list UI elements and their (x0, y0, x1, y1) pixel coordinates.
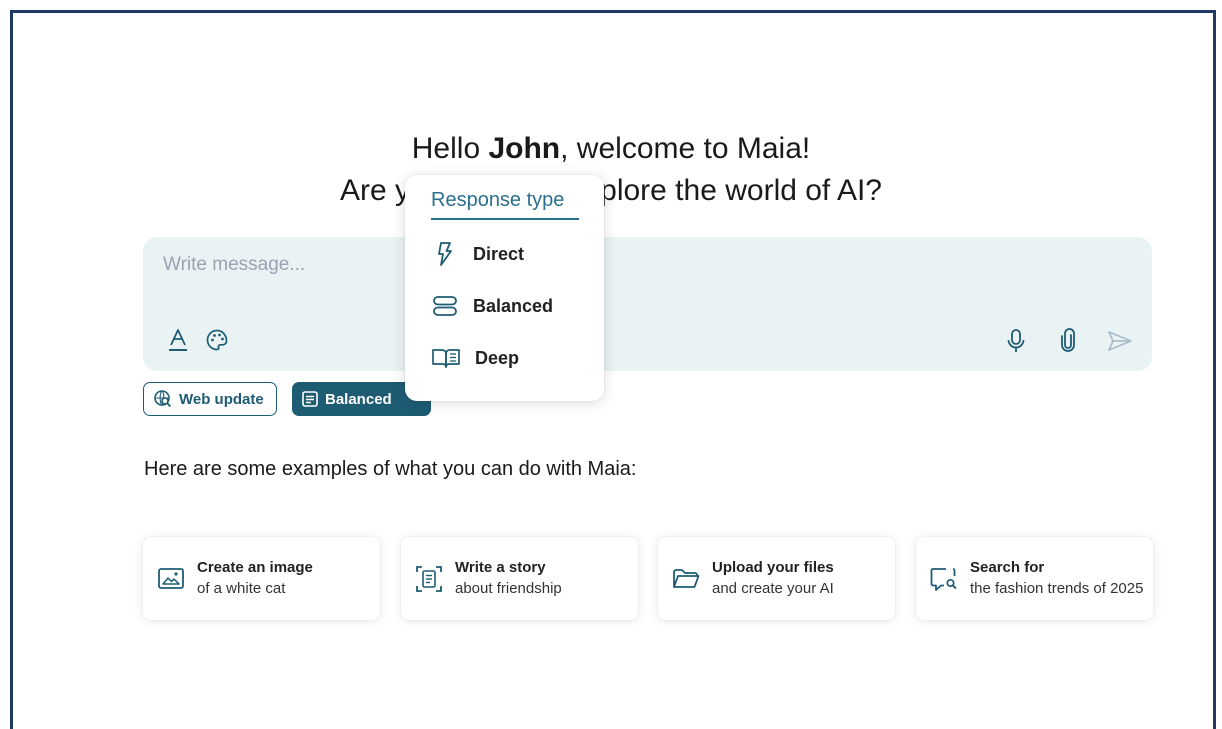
search-chat-icon (930, 568, 957, 591)
web-update-label: Web update (179, 390, 264, 408)
book-icon (432, 349, 460, 368)
response-type-label: Balanced (325, 390, 392, 408)
lightning-icon (438, 242, 452, 266)
web-update-toggle[interactable]: Web update (143, 382, 277, 416)
balanced-icon (433, 296, 457, 316)
example-card-create-image[interactable]: Create an image of a white cat (143, 537, 380, 620)
example-card-title: Write a story (455, 559, 546, 576)
example-card-subtitle: the fashion trends of 2025 (970, 580, 1144, 597)
example-card-upload-files[interactable]: Upload your files and create your AI (658, 537, 895, 620)
response-option-label: Deep (475, 347, 520, 368)
send-icon[interactable] (1106, 328, 1134, 354)
example-card-write-story[interactable]: Write a story about friendship (401, 537, 638, 620)
response-option-label: Balanced (473, 295, 554, 316)
folder-icon (673, 569, 700, 588)
example-card-search[interactable]: Search for the fashion trends of 2025 (916, 537, 1153, 620)
user-name: John (488, 132, 561, 165)
response-option-label: Direct (473, 243, 525, 264)
greeting-line-2: Are you ready to explore the world of AI… (340, 174, 882, 207)
message-composer (143, 237, 1152, 371)
response-option-deep[interactable]: Deep (431, 340, 591, 376)
response-option-balanced[interactable]: Balanced (431, 288, 591, 324)
example-card-title: Create an image (197, 559, 313, 576)
palette-icon[interactable] (204, 327, 230, 353)
greeting-hello: Hello (411, 132, 489, 165)
text-format-icon[interactable] (165, 327, 191, 353)
message-lines-icon (302, 391, 318, 407)
example-card-subtitle: of a white cat (197, 580, 286, 597)
response-type-title: Response type (431, 189, 579, 220)
example-card-title: Upload your files (712, 559, 834, 576)
example-card-subtitle: and create your AI (712, 580, 834, 597)
document-scan-icon (416, 566, 442, 592)
examples-heading: Here are some examples of what you can d… (144, 458, 637, 480)
example-card-title: Search for (970, 559, 1045, 576)
paperclip-icon[interactable] (1055, 327, 1081, 355)
microphone-icon[interactable] (1003, 327, 1029, 355)
response-type-menu: Response type Direct Balanced Deep (405, 175, 604, 401)
greeting-line-1: Hello John, welcome to Maia! (0, 134, 1222, 164)
response-option-direct[interactable]: Direct (431, 236, 591, 272)
greeting-welcome: , welcome to Maia! (560, 132, 811, 165)
image-icon (158, 568, 184, 589)
example-card-subtitle: about friendship (455, 580, 562, 597)
web-search-icon (154, 390, 172, 408)
